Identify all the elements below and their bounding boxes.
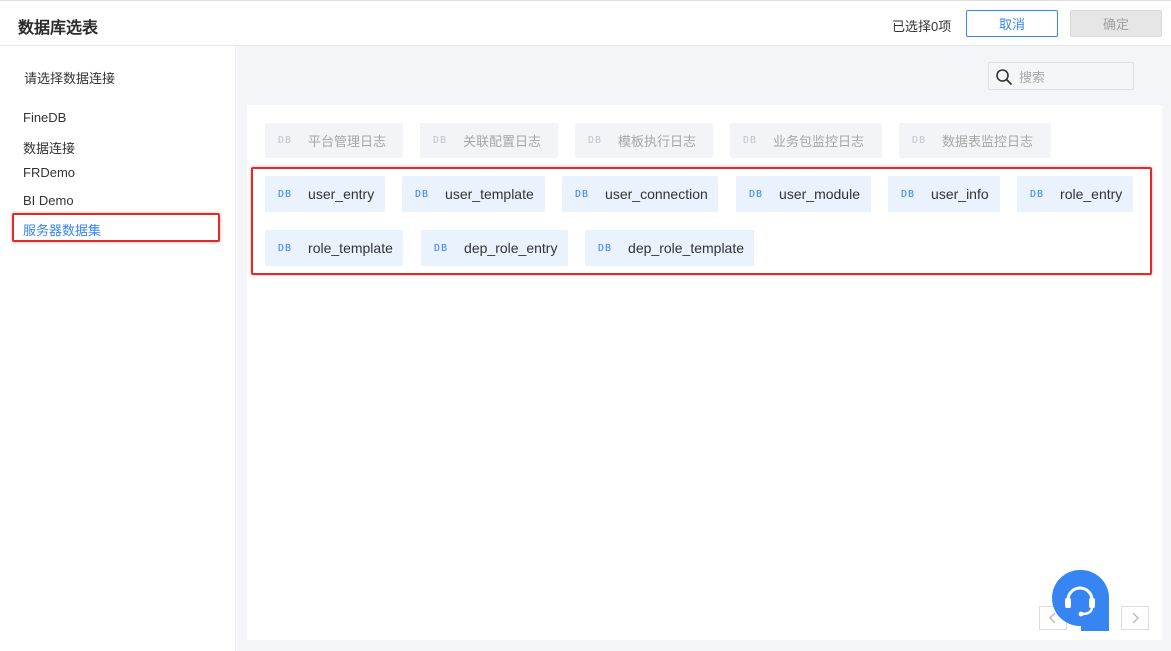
table-chip-disabled: DB 关联配置日志: [420, 123, 558, 158]
sidebar-title: 请选择数据连接: [24, 71, 116, 86]
chevron-right-icon: [1132, 612, 1139, 624]
search-icon: [996, 69, 1012, 85]
sidebar-item-data-connection[interactable]: 数据连接: [23, 138, 75, 157]
highlight-box-tables: [251, 167, 1152, 275]
table-name: 关联配置日志: [463, 134, 542, 149]
table-chip-disabled: DB 数据表监控日志: [899, 123, 1051, 158]
sidebar-item-finedb[interactable]: FineDB: [23, 110, 66, 125]
db-icon: DB: [433, 135, 448, 146]
dialog-title: 数据库选表: [18, 20, 99, 37]
sidebar-item-bi-demo[interactable]: BI Demo: [23, 193, 74, 208]
selected-count: 已选择0项: [892, 19, 952, 34]
highlight-box-sidebar: [12, 213, 220, 242]
sidebar-item-frdemo[interactable]: FRDemo: [23, 165, 75, 180]
cancel-button[interactable]: 取消: [966, 10, 1058, 37]
table-name: 数据表监控日志: [942, 134, 1034, 149]
connection-sidebar: 请选择数据连接: [0, 46, 236, 651]
db-icon: DB: [912, 135, 927, 146]
table-chip-disabled: DB 平台管理日志: [265, 123, 403, 158]
db-icon: DB: [743, 135, 758, 146]
search-box[interactable]: [988, 62, 1134, 90]
table-chip-disabled: DB 业务包监控日志: [730, 123, 882, 158]
customer-service-icon: [1052, 569, 1109, 631]
next-page-button[interactable]: [1121, 606, 1149, 630]
table-name: 平台管理日志: [308, 134, 387, 149]
dialog-header: 数据库选表 已选择0项 取消 确定: [0, 0, 1171, 46]
customer-service-button[interactable]: [1051, 569, 1109, 631]
table-name: 模板执行日志: [618, 134, 697, 149]
search-input[interactable]: [1019, 68, 1129, 86]
db-icon: DB: [588, 135, 603, 146]
table-name: 业务包监控日志: [773, 134, 865, 149]
db-icon: DB: [278, 135, 293, 146]
table-chip-disabled: DB 模板执行日志: [575, 123, 713, 158]
confirm-button[interactable]: 确定: [1070, 10, 1162, 37]
